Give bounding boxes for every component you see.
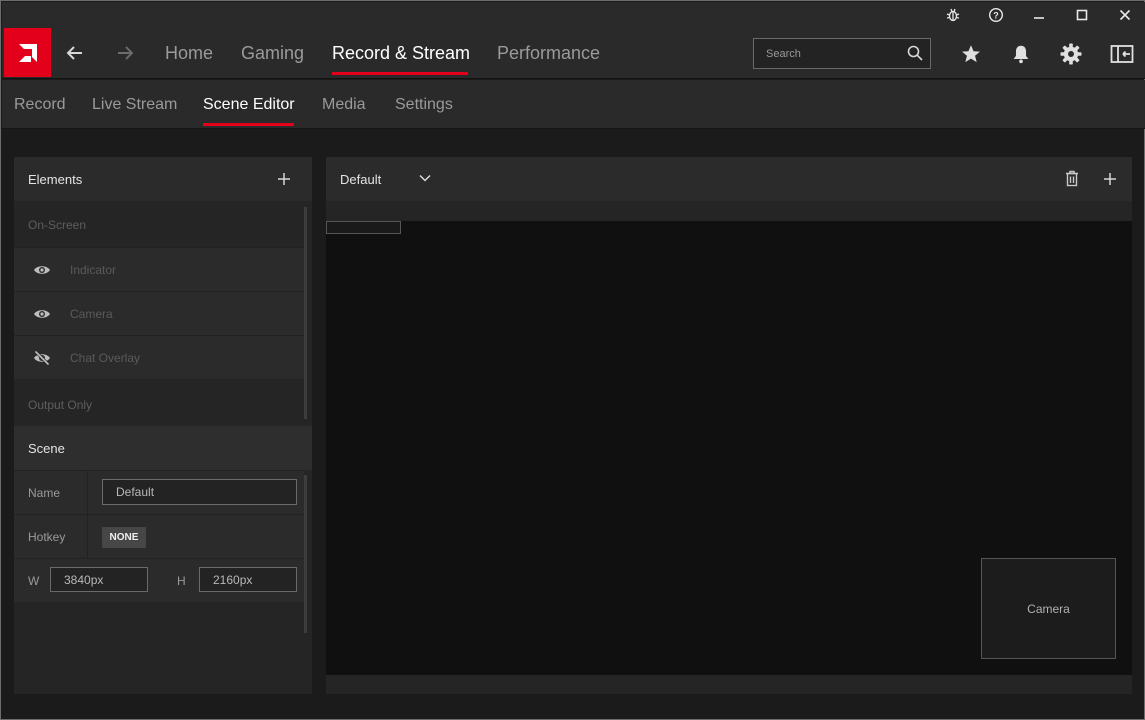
gear-icon[interactable] — [1058, 41, 1084, 67]
help-icon[interactable]: ? — [985, 5, 1007, 25]
close-icon[interactable] — [1114, 5, 1136, 25]
main-header: Home Gaming Record & Stream Performance — [2, 28, 1145, 79]
active-tab-indicator — [332, 72, 468, 75]
trash-icon[interactable] — [1065, 170, 1079, 192]
scene-name-field[interactable]: Default — [102, 479, 297, 505]
tab-media[interactable]: Media — [322, 96, 366, 114]
width-label: W — [28, 574, 40, 588]
scene-canvas[interactable]: Camera — [326, 221, 1132, 675]
tab-record[interactable]: Record — [14, 96, 66, 114]
sub-navigation: Record Live Stream Scene Editor Media Se… — [2, 80, 1145, 129]
add-element-icon[interactable] — [275, 170, 293, 188]
element-chat-overlay[interactable]: Chat Overlay — [14, 335, 304, 379]
element-camera-label: Camera — [70, 307, 113, 321]
element-camera[interactable]: Camera — [14, 291, 304, 335]
section-on-screen: On-Screen — [28, 218, 87, 232]
search-icon[interactable] — [906, 44, 924, 67]
height-field[interactable]: 2160px — [199, 567, 297, 592]
elements-scrollbar[interactable] — [304, 207, 307, 419]
arrow-left-icon[interactable] — [63, 41, 87, 65]
tab-settings[interactable]: Settings — [395, 96, 453, 114]
app-window: ? Home Gaming Record & Stream Performanc… — [0, 0, 1145, 720]
elements-panel: Elements On-Screen Indicator Camera Chat… — [14, 157, 312, 694]
scene-title: Scene — [28, 441, 65, 456]
height-label: H — [177, 574, 186, 588]
hotkey-button[interactable]: NONE — [102, 527, 146, 548]
scene-name-row: Name Default — [14, 470, 304, 515]
indicator-element-box[interactable] — [326, 221, 401, 234]
hotkey-label: Hotkey — [28, 530, 66, 544]
bug-report-icon[interactable] — [942, 5, 964, 25]
tab-scene-editor[interactable]: Scene Editor — [203, 96, 295, 114]
elements-title: Elements — [28, 172, 83, 187]
section-output-only: Output Only — [28, 398, 93, 412]
canvas-header: Default — [326, 157, 1132, 201]
title-bar: ? — [2, 2, 1145, 28]
amd-logo[interactable] — [4, 28, 51, 77]
scene-hotkey-row: Hotkey NONE — [14, 514, 304, 559]
tab-gaming[interactable]: Gaming — [241, 43, 304, 64]
star-icon[interactable] — [958, 41, 984, 67]
element-indicator[interactable]: Indicator — [14, 247, 304, 291]
tab-live-stream[interactable]: Live Stream — [92, 96, 177, 114]
eye-off-icon[interactable] — [32, 349, 52, 367]
scene-size-row: W 3840px H 2160px — [14, 558, 304, 602]
active-subtab-indicator — [203, 123, 294, 126]
chevron-down-icon[interactable] — [418, 171, 432, 190]
maximize-icon[interactable] — [1071, 5, 1093, 25]
width-field[interactable]: 3840px — [50, 567, 148, 592]
scene-dropdown[interactable]: Default — [340, 172, 381, 187]
arrow-right-icon[interactable] — [113, 41, 137, 65]
scene-scrollbar[interactable] — [304, 475, 307, 633]
tab-record-stream[interactable]: Record & Stream — [332, 43, 470, 64]
sidebar-panel-icon[interactable] — [1109, 41, 1135, 67]
scene-header: Scene — [14, 426, 312, 470]
scene-canvas-panel: Default Camera — [326, 157, 1132, 694]
name-label: Name — [28, 486, 61, 500]
add-scene-icon[interactable] — [1101, 170, 1119, 188]
element-indicator-label: Indicator — [70, 263, 117, 277]
camera-element-box[interactable]: Camera — [981, 558, 1116, 659]
svg-text:?: ? — [993, 11, 999, 21]
divider — [87, 515, 88, 559]
minimize-icon[interactable] — [1028, 5, 1050, 25]
eye-icon[interactable] — [32, 261, 52, 279]
tab-home[interactable]: Home — [165, 43, 213, 64]
elements-header: Elements — [14, 157, 312, 201]
tab-performance[interactable]: Performance — [497, 43, 600, 64]
bell-icon[interactable] — [1008, 41, 1034, 67]
eye-icon[interactable] — [32, 305, 52, 323]
divider — [87, 471, 88, 515]
search-box[interactable] — [753, 38, 931, 69]
element-chat-overlay-label: Chat Overlay — [70, 351, 141, 365]
search-input[interactable] — [766, 46, 896, 62]
